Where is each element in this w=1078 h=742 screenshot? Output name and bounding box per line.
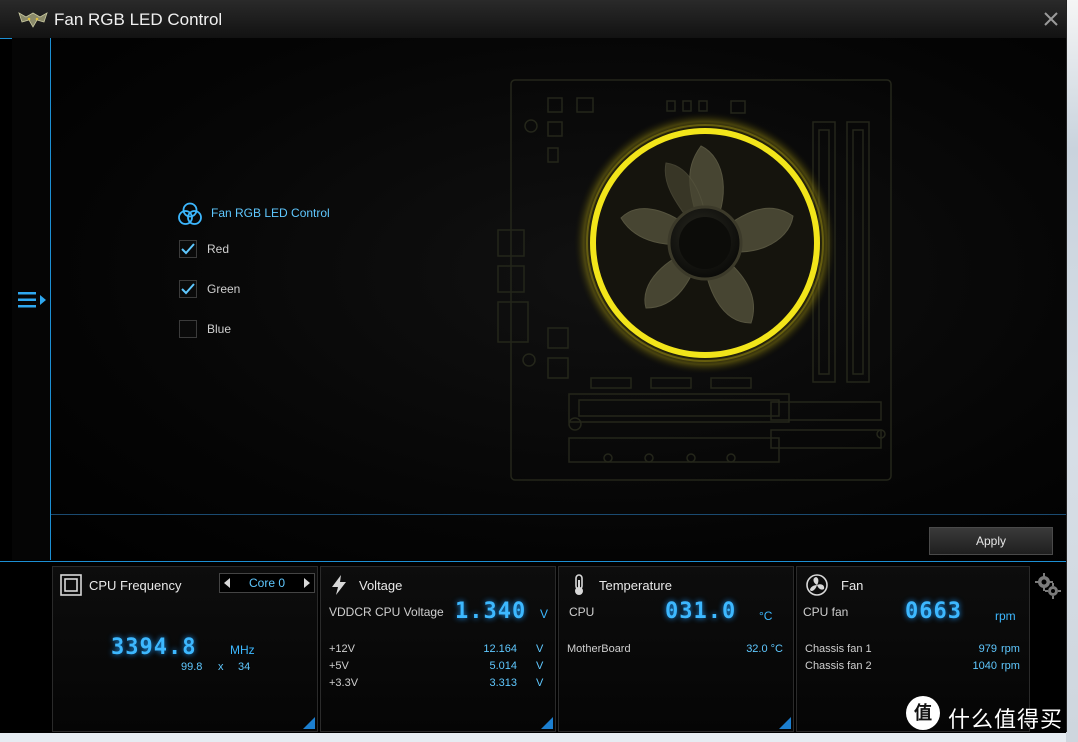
watermark-logo: 值 <box>906 696 940 730</box>
title-bar: Fan RGB LED Control <box>0 0 1066 39</box>
checkbox-green-label: Green <box>207 282 241 296</box>
voltage-row-value: 3.313 <box>489 677 517 689</box>
panel-expand-corner[interactable] <box>779 717 791 729</box>
chassis-fan-label: Chassis fan 1 <box>805 643 872 655</box>
close-icon[interactable] <box>1040 8 1062 30</box>
vddcr-unit: V <box>540 607 549 621</box>
voltage-title: Voltage <box>359 578 403 593</box>
check-icon <box>181 243 195 255</box>
watermark-badge: 值 <box>914 703 932 723</box>
desktop-background <box>1066 0 1078 742</box>
rgb-circles-icon <box>178 202 202 225</box>
menu-expand-icon[interactable] <box>16 288 48 312</box>
checkbox-blue-box[interactable] <box>179 320 197 338</box>
settings-gears-icon[interactable] <box>1034 572 1062 600</box>
chassis-fan-value: 1040 <box>972 660 997 672</box>
temperature-title: Temperature <box>599 578 672 593</box>
checkbox-red-box[interactable] <box>179 240 197 258</box>
checkbox-red-label: Red <box>207 242 230 256</box>
window-title: Fan RGB LED Control <box>54 10 223 29</box>
multiplier-x: x <box>218 661 224 673</box>
cpu-temp-label: CPU <box>569 605 595 619</box>
checkbox-green-box[interactable] <box>179 280 197 298</box>
led-control-title: Fan RGB LED Control <box>211 206 330 220</box>
panel-expand-corner[interactable] <box>541 717 553 729</box>
cpu-fan-unit: rpm <box>995 609 1016 623</box>
core-selector-value: Core 0 <box>248 576 286 590</box>
lightning-icon <box>332 575 346 595</box>
motherboard-temp-label: MotherBoard <box>567 643 631 655</box>
cpu-frequency-title: CPU Frequency <box>89 578 182 593</box>
left-rail <box>12 38 51 560</box>
voltage-row-value: 12.164 <box>483 643 517 655</box>
cpu-chip-icon <box>60 574 82 596</box>
core-selector[interactable]: Core 0 <box>219 573 315 593</box>
voltage-row-label: +3.3V <box>329 677 359 689</box>
led-control-group: Fan RGB LED Control Red Green Blue <box>177 202 437 362</box>
cpu-frequency-unit: MHz <box>230 643 255 657</box>
vddcr-value: 1.340 <box>455 599 527 624</box>
temperature-panel: Temperature CPU 031.0 °C MotherBoard 32.… <box>558 566 794 732</box>
vddcr-label: VDDCR CPU Voltage <box>329 605 444 619</box>
cpu-fan-label: CPU fan <box>803 605 849 619</box>
cpu-temp-value: 031.0 <box>665 599 737 624</box>
cpu-frequency-panel: CPU Frequency Core 0 3394.8 MHz 99.8 x 3… <box>52 566 318 732</box>
app-window: Fan RGB LED Control Fan RGB LED Control … <box>0 0 1067 733</box>
bclk-value: 99.8 <box>181 661 203 673</box>
panel-expand-corner[interactable] <box>303 717 315 729</box>
fan-title: Fan <box>841 578 864 593</box>
main-panel: Fan RGB LED Control Red Green Blue Apply <box>51 38 1066 560</box>
cpu-frequency-value: 3394.8 <box>111 635 197 660</box>
cpu-temp-unit: °C <box>759 609 773 623</box>
fan-icon <box>806 574 828 596</box>
checkbox-blue-label: Blue <box>207 322 232 336</box>
motherboard-temp-value: 32.0 °C <box>746 643 783 655</box>
chassis-fan-unit: rpm <box>1001 643 1020 655</box>
voltage-row-value: 5.014 <box>489 660 517 672</box>
cpu-fan-value: 0663 <box>905 599 962 624</box>
core-next-icon[interactable] <box>304 578 310 588</box>
chassis-fan-value: 979 <box>978 643 997 655</box>
chassis-fan-unit: rpm <box>1001 660 1020 672</box>
check-icon <box>181 283 195 295</box>
multiplier-value: 34 <box>238 661 251 673</box>
tuf-logo-icon <box>18 12 48 28</box>
apply-button[interactable]: Apply <box>929 527 1053 555</box>
watermark-text: 什么值得买 <box>948 707 1064 732</box>
main-divider <box>51 514 1066 515</box>
chassis-fan-label: Chassis fan 2 <box>805 660 872 672</box>
voltage-row-unit: V <box>536 660 544 672</box>
voltage-row-label: +5V <box>329 660 349 672</box>
voltage-panel: Voltage VDDCR CPU Voltage 1.340 V +12V 1… <box>320 566 556 732</box>
watermark: 值 什么值得买 <box>906 694 1066 734</box>
voltage-row-unit: V <box>536 643 544 655</box>
voltage-row-label: +12V <box>329 643 355 655</box>
voltage-row-unit: V <box>536 677 544 689</box>
thermometer-icon <box>575 574 583 595</box>
